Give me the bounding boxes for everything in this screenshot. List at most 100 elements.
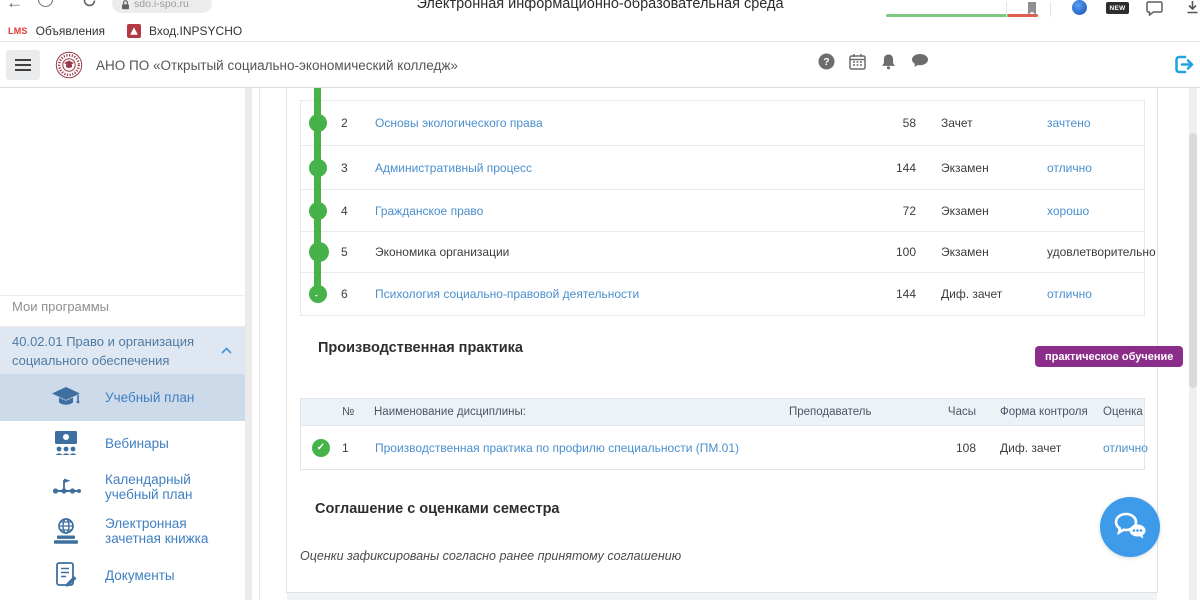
control-form: Экзамен xyxy=(941,161,989,175)
milestones-icon xyxy=(50,471,82,503)
col-header-grade: Оценка xyxy=(1103,406,1143,418)
page-scrollbar-thumb[interactable] xyxy=(1189,133,1197,388)
chevron-up-icon xyxy=(221,347,232,354)
inpsycho-emblem-icon xyxy=(127,24,141,38)
site-reviews-badge[interactable]: 19 отзывов xyxy=(886,0,1038,20)
row-number: 5 xyxy=(341,245,348,259)
sidebar-item-curriculum[interactable]: Учебный план xyxy=(0,374,245,421)
webinar-icon xyxy=(50,427,82,459)
grade-link[interactable]: зачтено xyxy=(1047,116,1091,130)
lock-icon xyxy=(121,0,130,10)
sidebar-menu: Учебный план Вебинары Календарный учебны… xyxy=(0,374,245,597)
discipline-link[interactable]: Психология социально-правовой деятельнос… xyxy=(375,287,639,301)
discipline-name: Экономика организации xyxy=(375,245,509,259)
control-form: Экзамен xyxy=(941,245,989,259)
sidebar-item-webinars[interactable]: Вебинары xyxy=(0,421,245,465)
practice-type-badge: практическое обучение xyxy=(1035,346,1183,367)
practice-table-header: № Наименование дисциплины: Преподаватель… xyxy=(301,399,1144,426)
col-header-teacher: Преподаватель xyxy=(789,406,872,418)
notifications-bell-icon[interactable] xyxy=(880,53,897,70)
graduation-cap-icon xyxy=(50,382,82,414)
hours-value: 144 xyxy=(876,161,916,175)
table-row: ✓ 3 Административный процесс 144 Экзамен… xyxy=(301,146,1144,190)
new-badge[interactable]: NEW xyxy=(1106,2,1129,14)
hours-value: 144 xyxy=(876,287,916,301)
messages-icon[interactable] xyxy=(911,53,929,69)
sidebar-item-label: Вебинары xyxy=(105,436,169,451)
bookmark-flag-icon[interactable] xyxy=(1026,1,1038,16)
row-number: 4 xyxy=(341,204,348,218)
program-title: 40.02.01 Право и организация социального… xyxy=(12,334,194,368)
college-title: АНО ПО «Открытый социально-экономический… xyxy=(96,42,458,88)
control-form: Экзамен xyxy=(941,204,989,218)
svg-text:?: ? xyxy=(823,56,829,68)
document-icon xyxy=(50,559,82,591)
table-row: ✓ 4 Гражданское право 72 Экзамен хорошо xyxy=(301,190,1144,232)
table-row: ✓ 6 Психология социально-правовой деятел… xyxy=(301,273,1144,315)
status-check-icon: ✓ xyxy=(312,439,330,457)
address-bar[interactable]: sdo.i-spo.ru xyxy=(112,0,212,13)
lms-logo-icon: LMS xyxy=(8,26,28,36)
col-header-hours: Часы xyxy=(936,406,976,418)
help-icon[interactable]: ? xyxy=(818,53,835,70)
bookmarks-bar: LMS Объявления Вход.INPSYCHO xyxy=(0,20,1200,42)
menu-toggle-button[interactable] xyxy=(6,50,40,80)
practice-section-title: Производственная практика xyxy=(318,340,523,356)
download-icon[interactable] xyxy=(1186,0,1200,15)
toolbar-separator xyxy=(1050,2,1051,17)
toolbar-separator xyxy=(1006,2,1007,17)
sidebar-item-gradebook[interactable]: Электронная зачетная книжка xyxy=(0,509,245,553)
col-header-number: № xyxy=(342,406,354,418)
sidebar-item-documents[interactable]: Документы xyxy=(0,553,245,597)
table-row: ✓ 1 Производственная практика по профилю… xyxy=(301,426,1144,469)
sidebar-item-label: Электронная зачетная книжка xyxy=(105,516,245,546)
divider xyxy=(0,295,245,296)
grade-link[interactable]: хорошо xyxy=(1047,204,1089,218)
chat-widget-button[interactable] xyxy=(1100,497,1160,557)
discipline-link[interactable]: Основы экологического права xyxy=(375,116,543,130)
sidebar-item-calendar-plan[interactable]: Календарный учебный план xyxy=(0,465,245,509)
semester-table: ✓ 2 Основы экологического права 58 Зачет… xyxy=(300,100,1145,316)
discipline-link[interactable]: Административный процесс xyxy=(375,161,532,175)
chat-bubbles-icon xyxy=(1112,511,1148,543)
col-header-discipline: Наименование дисциплины: xyxy=(374,406,526,418)
calendar-icon[interactable] xyxy=(849,53,866,70)
practice-table: № Наименование дисциплины: Преподаватель… xyxy=(300,398,1145,470)
sidebar-item-label: Календарный учебный план xyxy=(105,472,245,502)
bookmark-inpsycho[interactable]: Вход.INPSYCHO xyxy=(149,24,242,38)
browser-page-title: Электронная информационно-образовательна… xyxy=(416,0,783,12)
hours-value: 58 xyxy=(876,116,916,130)
row-number: 3 xyxy=(341,161,348,175)
screen: ← sdo.i-spo.ru Электронная информационно… xyxy=(0,0,1200,600)
main-content: ✓ 2 Основы экологического права 58 Зачет… xyxy=(260,88,1200,600)
agreement-section-title: Соглашение с оценками семестра xyxy=(315,501,560,517)
college-logo xyxy=(55,51,83,79)
browser-back-icon[interactable]: ← xyxy=(6,0,23,13)
browser-reload-icon[interactable] xyxy=(82,0,97,8)
sidebar-program-toggle[interactable]: 40.02.01 Право и организация социального… xyxy=(0,327,245,374)
bookmark-announcements[interactable]: Объявления xyxy=(36,24,105,38)
browser-profile-icon[interactable] xyxy=(1072,0,1087,15)
globe-books-icon xyxy=(50,515,82,547)
col-header-control-form: Форма контроля xyxy=(1000,406,1088,418)
browser-chat-icon[interactable] xyxy=(1146,0,1163,16)
control-form: Зачет xyxy=(941,116,973,130)
reviews-rating-bar-positive xyxy=(886,14,1008,17)
browser-forward-icon[interactable] xyxy=(38,0,53,7)
agreement-note: Оценки зафиксированы согласно ранее прин… xyxy=(300,549,681,563)
discipline-link[interactable]: Производственная практика по профилю спе… xyxy=(375,441,739,455)
discipline-link[interactable]: Гражданское право xyxy=(375,204,483,218)
hours-value: 72 xyxy=(876,204,916,218)
grade-link[interactable]: отлично xyxy=(1103,441,1148,455)
logout-icon[interactable] xyxy=(1172,53,1195,76)
sidebar-section-title: Мои программы xyxy=(12,299,109,314)
control-form: Диф. зачет xyxy=(1000,441,1061,455)
grade-link[interactable]: отлично xyxy=(1047,161,1092,175)
browser-toolbar: ← sdo.i-spo.ru Электронная информационно… xyxy=(0,0,1200,20)
sidebar-item-label: Учебный план xyxy=(105,390,194,405)
sidebar-scrollbar[interactable] xyxy=(245,88,252,600)
grade-value: удовлетворительно xyxy=(1047,245,1156,259)
grade-link[interactable]: отлично xyxy=(1047,287,1092,301)
row-number: 1 xyxy=(342,441,349,455)
table-row: ✓ 2 Основы экологического права 58 Зачет… xyxy=(301,101,1144,146)
